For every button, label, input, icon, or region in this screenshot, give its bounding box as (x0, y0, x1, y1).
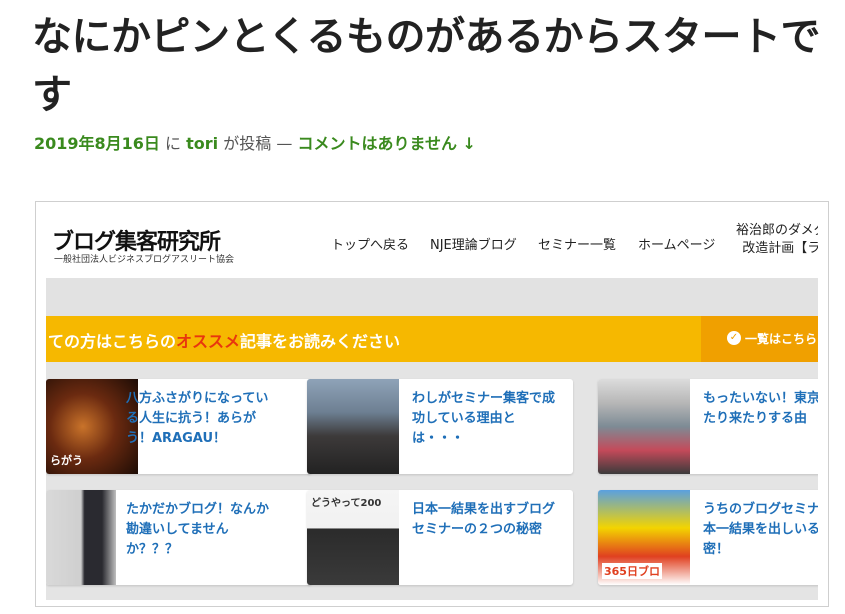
nav-yujiro-line2: 改造計画【ラ (742, 241, 818, 256)
comments-link[interactable]: コメントはありません ↓ (297, 134, 476, 153)
post-date-link[interactable]: 2019年8月16日 (34, 134, 160, 153)
recommend-prefix: ての方はこちらの (48, 332, 177, 351)
nav-nje-blog: NJE理論ブログ (430, 238, 517, 253)
embedded-site: ブログ集客研究所 一般社団法人ビジネスブログアスリート協会 トップへ戻る NJE… (46, 208, 818, 600)
article-thumbnail (307, 379, 399, 474)
recommend-suffix: 記事をお読みください (240, 332, 401, 351)
recommend-banner: ての方はこちらのオススメ記事をお読みください ✓ 一覧はこちら (46, 316, 818, 362)
check-circle-icon: ✓ (727, 331, 741, 345)
article-card: 365日ブロ うちのブログセミナが日本一結果を出しいる秘密！ (598, 490, 818, 585)
article-thumbnail: 365日ブロ (598, 490, 690, 585)
thumbnail-caption: 365日ブロ (602, 563, 662, 579)
article-card: もったいない！東京行ったり来たりする由 (598, 379, 818, 474)
article-title: たかだかブログ！なんか勘違いしてませんか？？？ (126, 502, 270, 557)
article-card: わしがセミナー集客で成功している理由とは・・・ (307, 379, 573, 474)
article-thumbnail: らがう (46, 379, 138, 474)
meta-ni: に (165, 134, 182, 153)
nav-seminars: セミナー一覧 (538, 238, 617, 253)
nav-homepage: ホームページ (638, 238, 716, 253)
article-title: もったいない！東京行ったり来たりする由 (703, 391, 818, 426)
nav-top: トップへ戻る (331, 238, 410, 253)
meta-dash: — (276, 134, 293, 153)
post-title: なにかピンとくるものがあるからスタートです (32, 14, 821, 118)
nav-yujiro-line1: 裕治郎のダメダ (736, 223, 818, 238)
embedded-screenshot: ブログ集客研究所 一般社団法人ビジネスブログアスリート協会 トップへ戻る NJE… (35, 201, 829, 607)
site-logo-subtitle: 一般社団法人ビジネスブログアスリート協会 (54, 255, 235, 265)
thumbnail-caption: どうやって200 (311, 498, 382, 509)
site-header: ブログ集客研究所 一般社団法人ビジネスブログアスリート協会 トップへ戻る NJE… (46, 208, 818, 278)
gray-band (46, 278, 818, 316)
nav-yujiro: 裕治郎のダメダ 改造計画【ラ (736, 222, 818, 258)
article-thumbnail: どうやって200 (307, 490, 399, 585)
article-thumbnail (46, 490, 116, 585)
list-button: ✓ 一覧はこちら (701, 316, 818, 362)
author-link[interactable]: tori (186, 134, 218, 153)
article-title: 日本一結果を出すブログセミナーの２つの秘密 (412, 502, 556, 537)
article-thumbnail (598, 379, 690, 474)
article-card: らがう 八方ふさがりになっている人生に抗う！あらがう！ARAGAU！ (46, 379, 312, 474)
thumbnail-caption: らがう (50, 454, 83, 467)
post-meta: 2019年8月16日 に tori が投稿 — コメントはありません ↓ (34, 130, 476, 154)
article-title: 八方ふさがりになっている人生に抗う！あらがう！ARAGAU！ (126, 391, 269, 446)
recommend-accent: オススメ (176, 332, 241, 351)
article-title: うちのブログセミナが日本一結果を出しいる秘密！ (703, 502, 818, 557)
meta-posted: が投稿 (223, 134, 272, 153)
list-button-label: 一覧はこちら (745, 332, 818, 346)
recommend-text: ての方はこちらのオススメ記事をお読みください (48, 328, 400, 352)
article-title: わしがセミナー集客で成功している理由とは・・・ (412, 391, 556, 446)
article-card: たかだかブログ！なんか勘違いしてませんか？？？ (46, 490, 312, 585)
article-card: どうやって200 日本一結果を出すブログセミナーの２つの秘密 (307, 490, 573, 585)
